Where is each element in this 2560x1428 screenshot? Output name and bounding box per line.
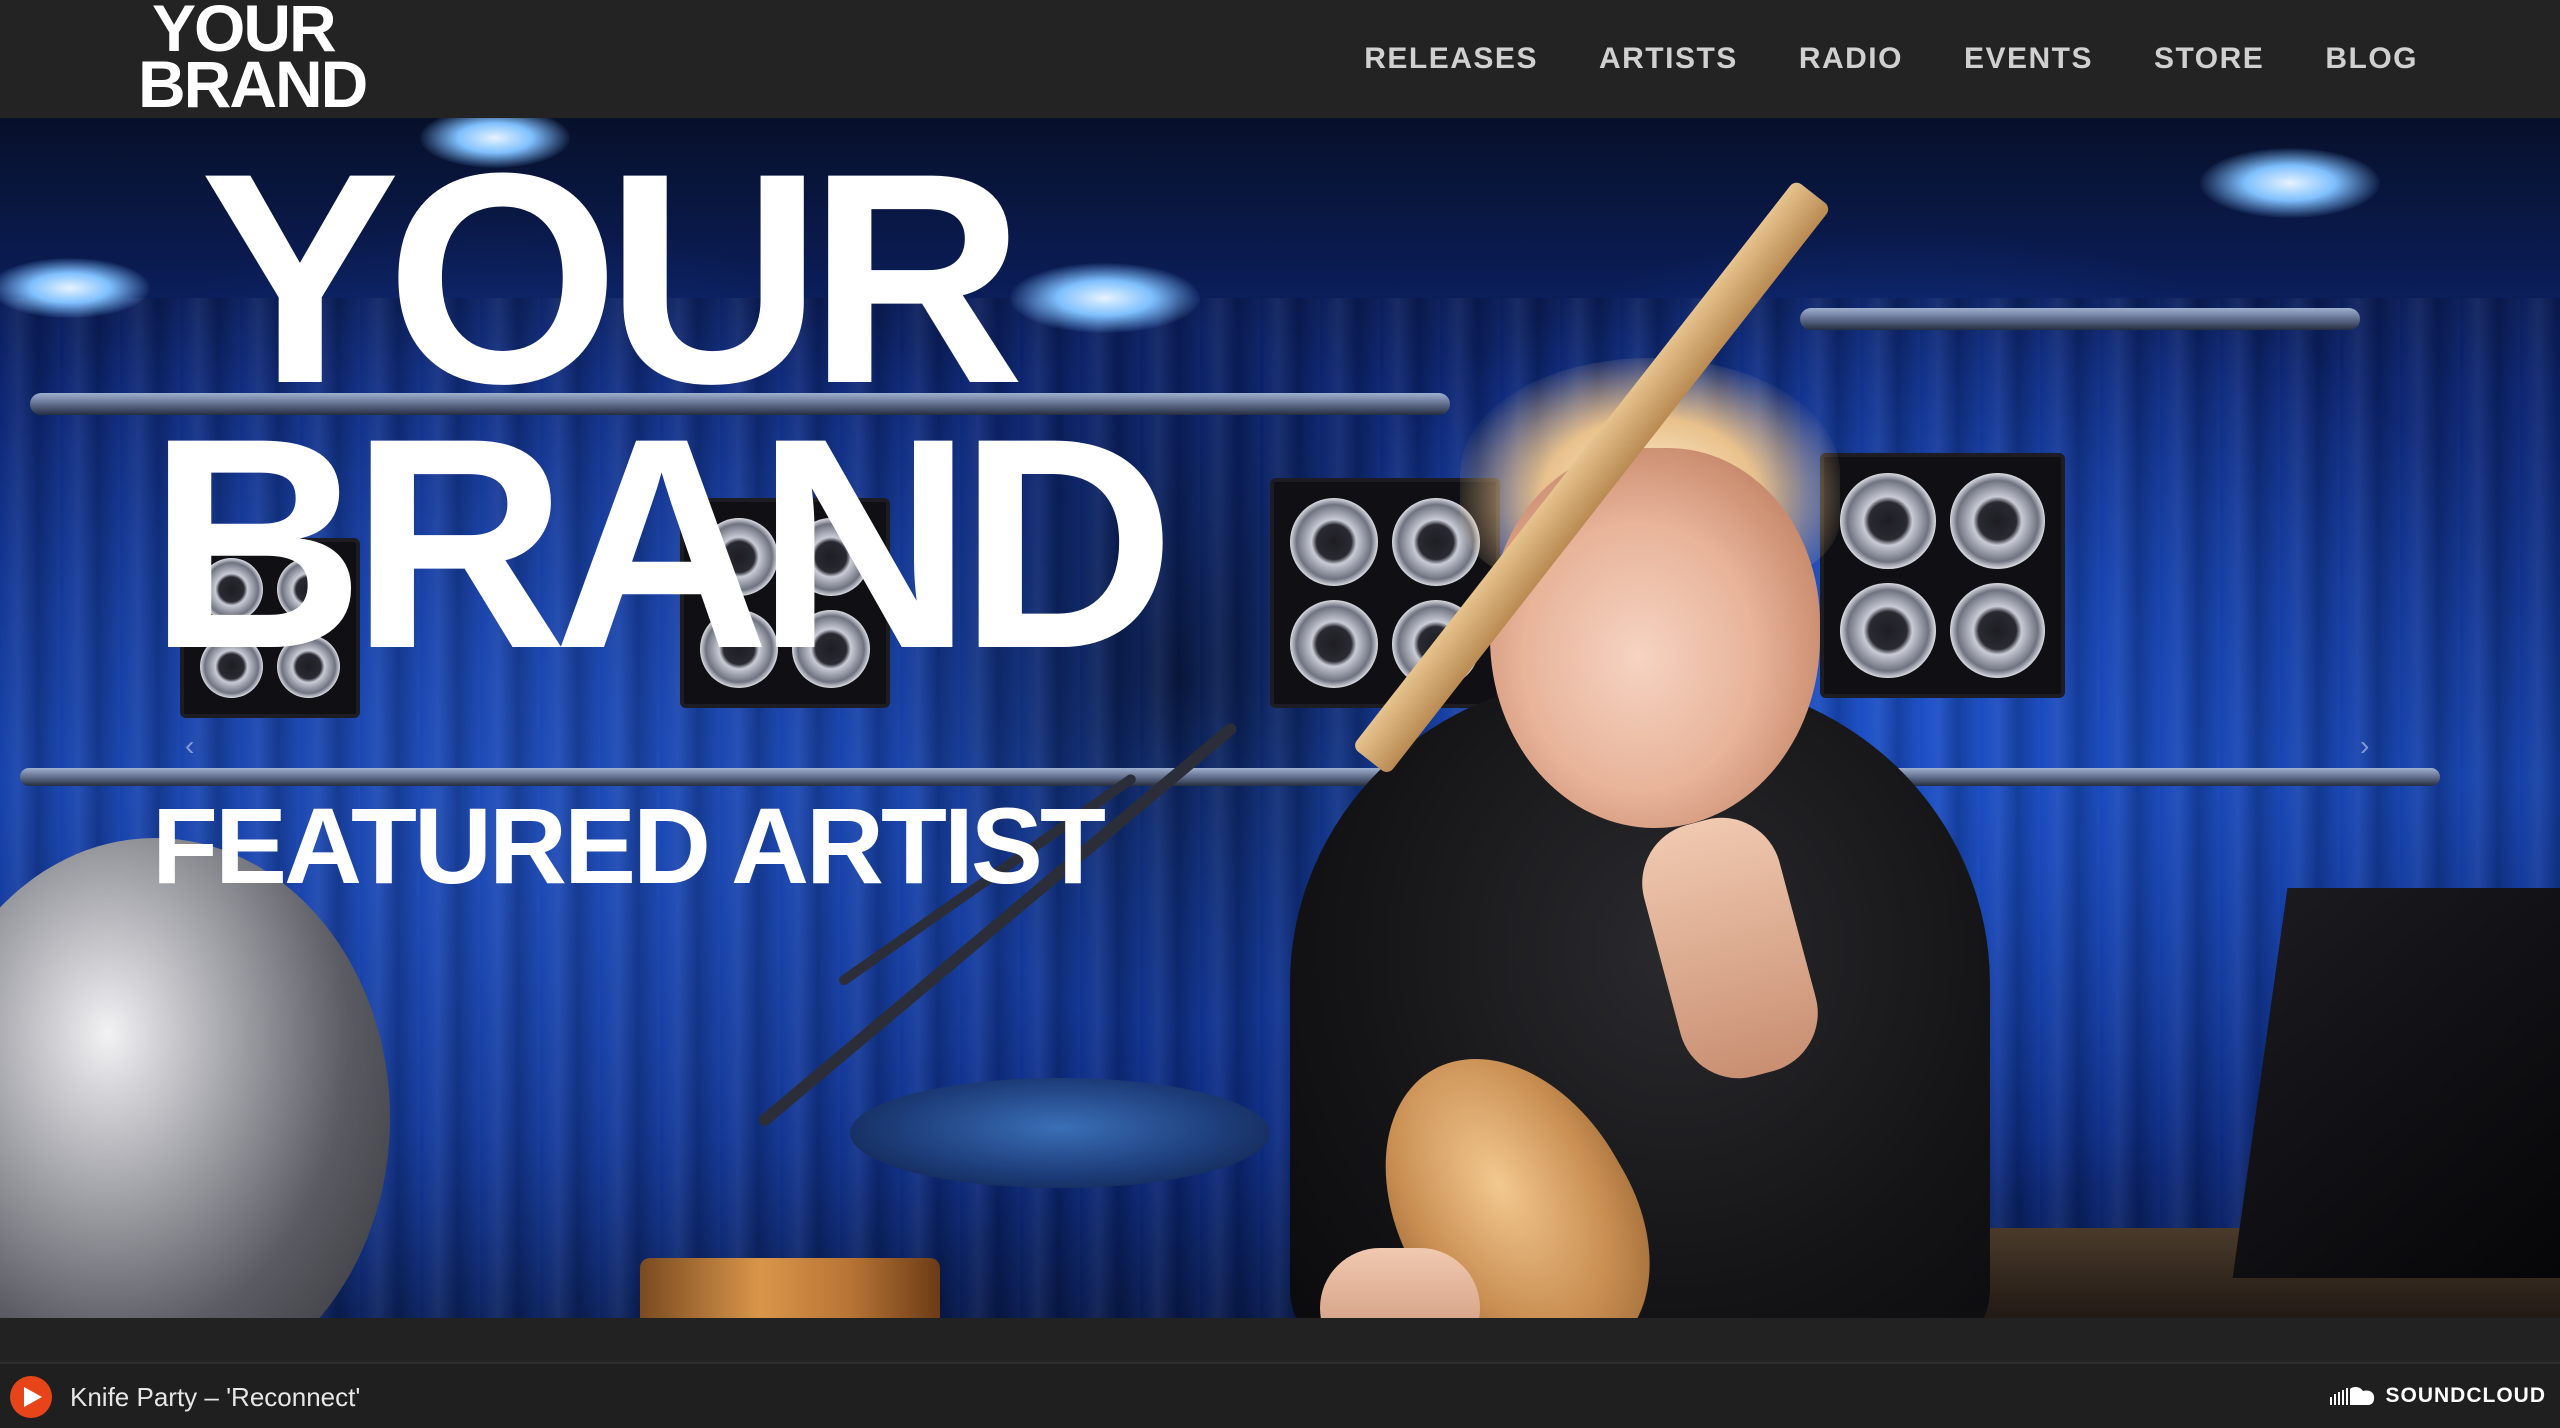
brand-logo[interactable]: YOUR BRAND [138,0,368,118]
page: YOUR BRAND RELEASES ARTISTS RADIO EVENTS… [0,0,2560,1428]
audio-player-bar: Knife Party – 'Reconnect' SOUNDCLOUD [0,1362,2560,1428]
lighting-truss [1800,308,2360,330]
hero-title-line2: BRAND [148,375,1175,711]
soundcloud-label: SOUNDCLOUD [2385,1384,2546,1407]
slider-prev-arrow[interactable]: ‹ [185,730,194,762]
main-nav: RELEASES ARTISTS RADIO EVENTS STORE BLOG [1303,0,2418,118]
track-title[interactable]: Knife Party – 'Reconnect' [70,1382,360,1413]
top-navigation-bar: YOUR BRAND RELEASES ARTISTS RADIO EVENTS… [0,0,2560,118]
hero-subtitle: FEATURED ARTIST [152,785,1106,906]
slider-next-arrow[interactable]: › [2360,730,2369,762]
hero-slider: ‹ › YOUR BRAND FEATURED ARTIST [0,118,2560,1318]
drum [640,1258,940,1318]
soundcloud-icon [2329,1386,2374,1405]
cymbal [850,1078,1270,1188]
nav-item-blog[interactable]: BLOG [2325,42,2418,76]
stage-light [2200,148,2380,218]
nav-item-radio[interactable]: RADIO [1799,42,1903,76]
nav-item-events[interactable]: EVENTS [1964,42,2093,76]
nav-item-releases[interactable]: RELEASES [1364,42,1538,76]
laptop [2232,888,2560,1278]
play-button[interactable] [10,1376,52,1418]
play-icon [24,1387,42,1407]
stage-light-bank [1820,453,2065,698]
hero-title-line1: YOUR [200,118,1025,446]
nav-item-store[interactable]: STORE [2154,42,2264,76]
hero-title: YOUR BRAND [148,118,1175,711]
brand-logo-line2: BRAND [138,47,368,121]
soundcloud-link[interactable]: SOUNDCLOUD [2329,1384,2547,1408]
nav-item-artists[interactable]: ARTISTS [1599,42,1738,76]
